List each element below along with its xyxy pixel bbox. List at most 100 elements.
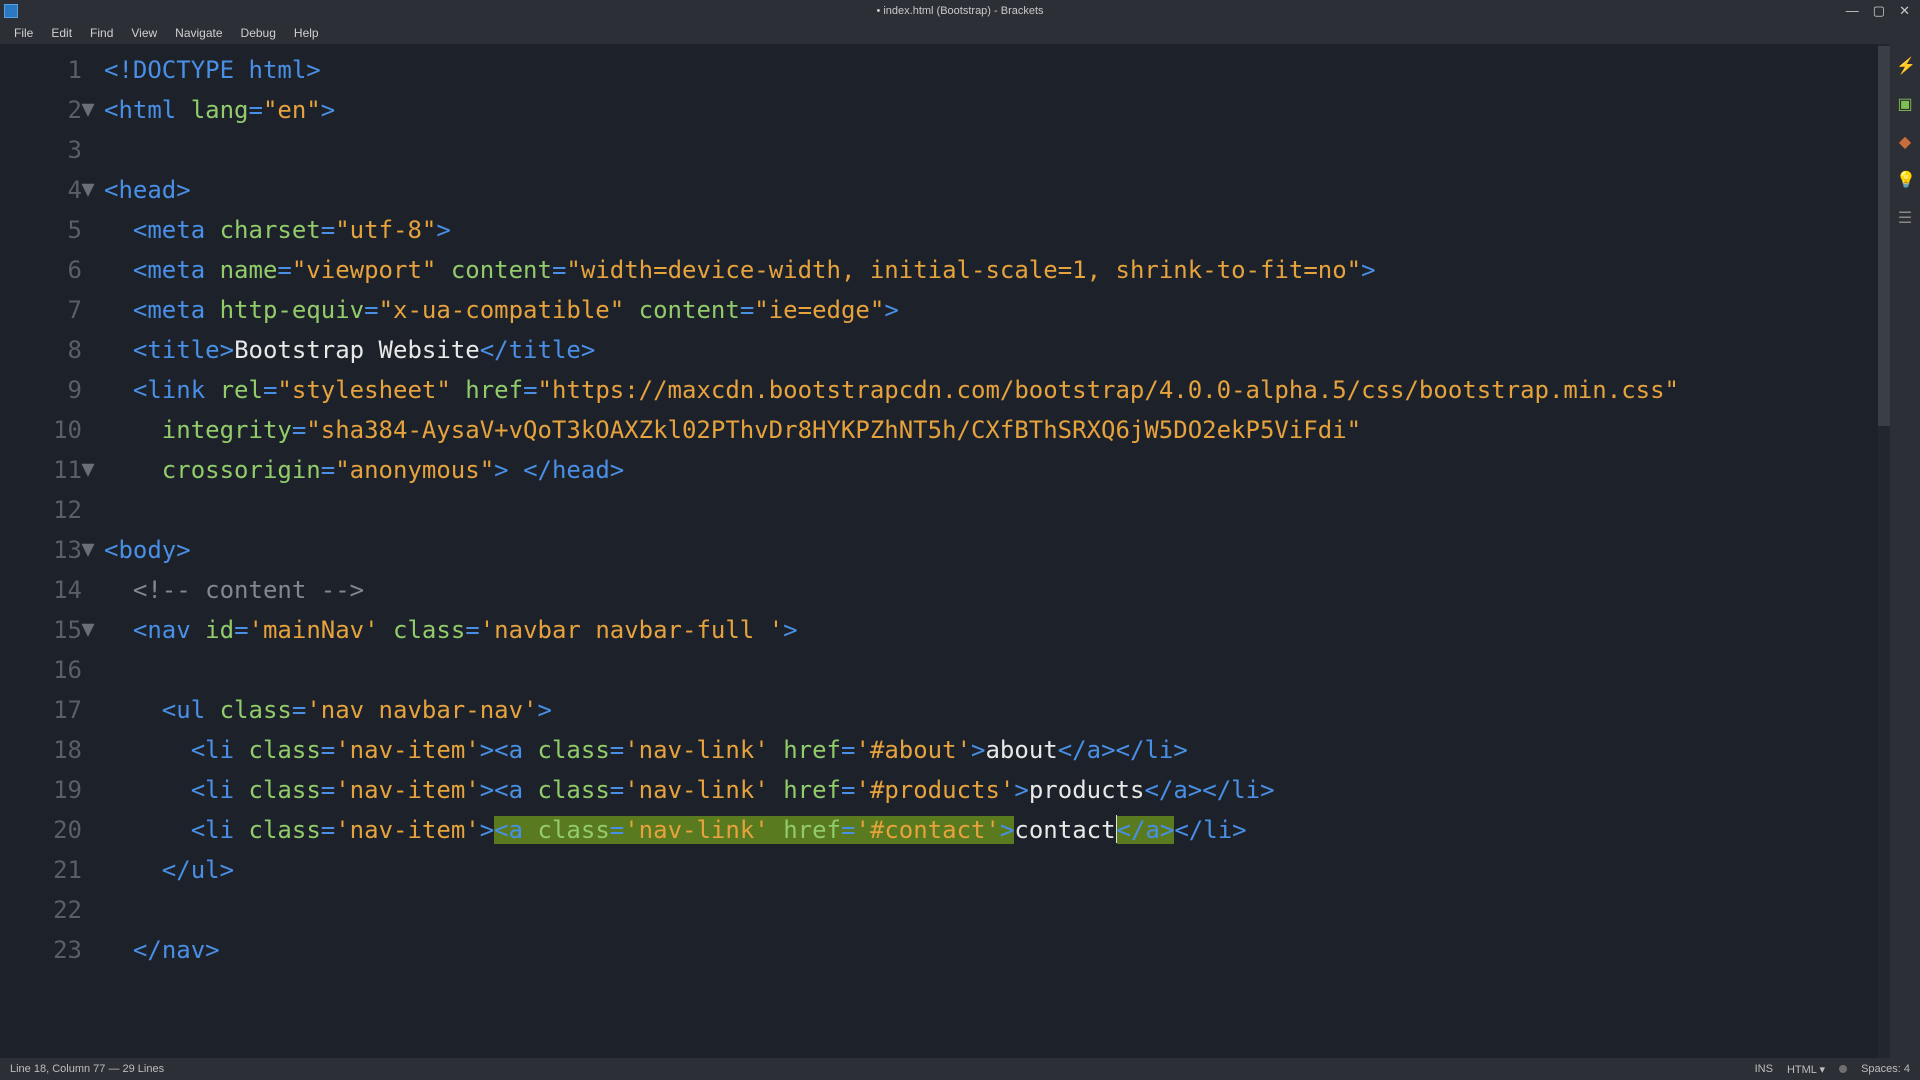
- code-token: content: [451, 256, 552, 284]
- code-token: li: [1144, 736, 1173, 764]
- code-token: =: [292, 696, 306, 724]
- line-number: 20: [53, 816, 82, 844]
- code-token: 'nav-item': [335, 776, 480, 804]
- fold-arrow-icon[interactable]: ▼: [78, 610, 98, 650]
- code-token: "sha384-AysaV+vQoT3kOAXZkl02PThvDr8HYKPZ…: [306, 416, 1361, 444]
- code-token: >: [538, 696, 552, 724]
- fold-arrow-icon[interactable]: ▼: [78, 530, 98, 570]
- menu-navigate[interactable]: Navigate: [167, 24, 230, 42]
- code-token: =: [610, 816, 624, 844]
- code-token: li: [205, 736, 248, 764]
- menu-help[interactable]: Help: [286, 24, 327, 42]
- code-token: <: [191, 816, 205, 844]
- code-token: '#about': [855, 736, 971, 764]
- code-token: ></: [1188, 776, 1231, 804]
- code-token: "en": [263, 96, 321, 124]
- code-token: =: [740, 296, 754, 324]
- fold-arrow-icon[interactable]: ▼: [78, 450, 98, 490]
- code-token: </: [133, 936, 162, 964]
- line-number: 1: [68, 56, 82, 84]
- extension-manager-icon[interactable]: ▣: [1896, 94, 1914, 112]
- code-token: >: [1160, 816, 1174, 844]
- lightbulb-icon[interactable]: 💡: [1896, 170, 1914, 188]
- code-editor[interactable]: <!DOCTYPE html> <html lang="en"> <head> …: [96, 44, 1890, 1058]
- code-token: =: [321, 736, 335, 764]
- line-number: 6: [68, 256, 82, 284]
- code-token: a: [1087, 736, 1101, 764]
- line-number: 8: [68, 336, 82, 364]
- fold-arrow-icon[interactable]: ▼: [78, 90, 98, 130]
- code-token: a: [1173, 776, 1187, 804]
- layers-icon[interactable]: ☰: [1896, 208, 1914, 226]
- code-token: class: [220, 696, 292, 724]
- plugin-icon[interactable]: ◆: [1896, 132, 1914, 150]
- vertical-scrollbar[interactable]: [1878, 44, 1890, 1058]
- code-token: =: [841, 776, 855, 804]
- code-token: ul: [191, 856, 220, 884]
- maximize-icon[interactable]: ▢: [1873, 3, 1885, 19]
- code-token: >: [220, 336, 234, 364]
- code-token: 'navbar navbar-full ': [480, 616, 783, 644]
- code-token: title: [509, 336, 581, 364]
- line-number: 5: [68, 216, 82, 244]
- scrollbar-thumb[interactable]: [1878, 46, 1890, 426]
- code-token: 'mainNav': [249, 616, 394, 644]
- code-token: =: [234, 616, 248, 644]
- code-token: </: [480, 336, 509, 364]
- code-token: <: [133, 296, 147, 324]
- code-token: >: [494, 456, 523, 484]
- code-token: <: [133, 616, 147, 644]
- code-token: a: [509, 816, 538, 844]
- line-number: 14: [53, 576, 82, 604]
- close-icon[interactable]: ✕: [1899, 3, 1910, 19]
- code-token: head: [118, 176, 176, 204]
- code-token: =: [610, 776, 624, 804]
- code-token: li: [205, 776, 248, 804]
- code-token: li: [1231, 776, 1260, 804]
- code-token: html: [118, 96, 190, 124]
- code-token: >: [1260, 776, 1274, 804]
- status-dot-icon[interactable]: [1839, 1065, 1847, 1073]
- code-token: about: [985, 736, 1057, 764]
- code-token: =: [465, 616, 479, 644]
- code-token: <: [133, 376, 147, 404]
- code-token: meta: [147, 216, 219, 244]
- menu-debug[interactable]: Debug: [233, 24, 284, 42]
- code-token: <: [104, 96, 118, 124]
- code-token: class: [538, 736, 610, 764]
- menu-edit[interactable]: Edit: [43, 24, 80, 42]
- app-icon: [4, 4, 18, 18]
- code-token: lang: [191, 96, 249, 124]
- minimize-icon[interactable]: —: [1846, 3, 1859, 19]
- code-token: >: [610, 456, 624, 484]
- code-token: <: [104, 536, 118, 564]
- menu-file[interactable]: File: [6, 24, 41, 42]
- line-number: 21: [53, 856, 82, 884]
- indent-setting[interactable]: Spaces: 4: [1861, 1063, 1910, 1075]
- code-token: >: [1173, 736, 1187, 764]
- code-token: 'nav navbar-nav': [306, 696, 537, 724]
- code-token: ul: [176, 696, 219, 724]
- menu-view[interactable]: View: [123, 24, 165, 42]
- code-token: class: [393, 616, 465, 644]
- code-token: class: [249, 776, 321, 804]
- code-token: "ie=edge": [754, 296, 884, 324]
- code-token: </: [1144, 776, 1173, 804]
- line-gutter[interactable]: 1234567891011121314151617181920212223▼▼▼…: [0, 44, 96, 1058]
- line-number: 17: [53, 696, 82, 724]
- code-token: integrity: [162, 416, 292, 444]
- code-token: =: [263, 376, 277, 404]
- live-preview-icon[interactable]: ⚡: [1896, 56, 1914, 74]
- language-mode[interactable]: HTML ▾: [1787, 1063, 1825, 1076]
- cursor-position[interactable]: Line 18, Column 77 — 29 Lines: [10, 1063, 164, 1075]
- right-toolbar: ⚡ ▣ ◆ 💡 ☰: [1890, 44, 1920, 1058]
- code-token: li: [205, 816, 248, 844]
- insert-mode[interactable]: INS: [1755, 1063, 1773, 1075]
- line-number: 10: [53, 416, 82, 444]
- code-token: =: [523, 376, 537, 404]
- code-token: meta: [147, 256, 219, 284]
- code-token: 'nav-item': [335, 816, 480, 844]
- fold-arrow-icon[interactable]: ▼: [78, 170, 98, 210]
- code-token: crossorigin: [162, 456, 321, 484]
- menu-find[interactable]: Find: [82, 24, 121, 42]
